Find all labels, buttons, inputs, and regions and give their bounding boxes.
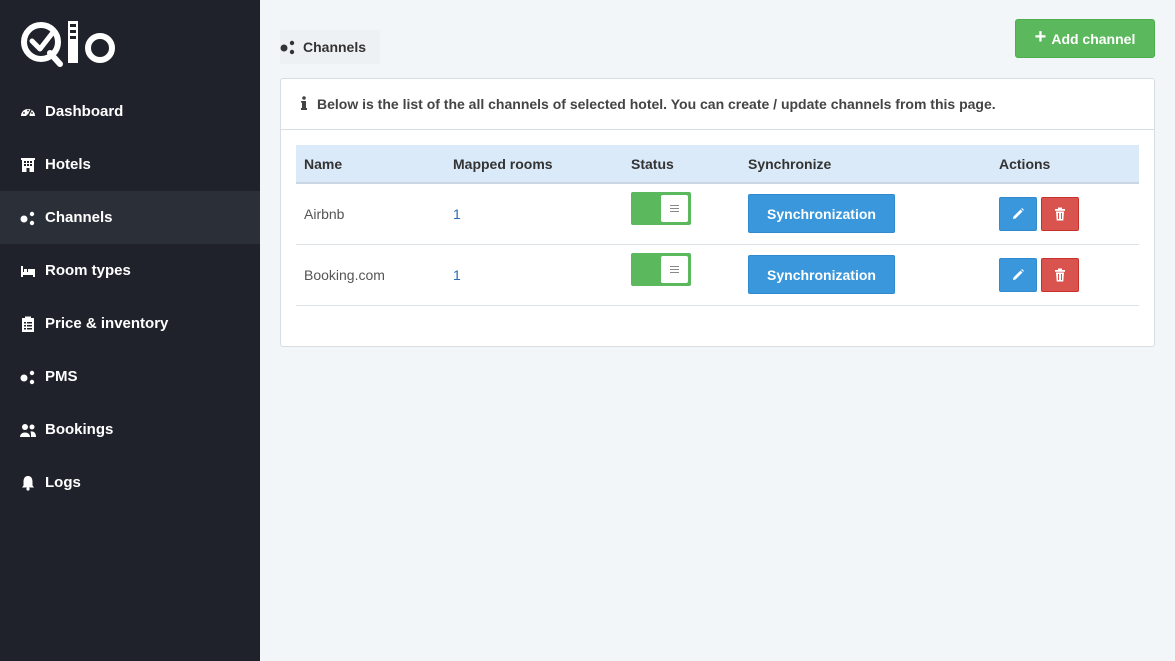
column-header-actions: Actions: [991, 145, 1139, 184]
pencil-icon: [1013, 207, 1024, 219]
status-toggle[interactable]: [631, 191, 691, 225]
info-icon: [301, 95, 307, 110]
sidebar-item-label: Logs: [45, 474, 81, 491]
info-message: Below is the list of the all channels of…: [281, 79, 1154, 130]
trash-icon: [1055, 207, 1065, 221]
status-cell: [623, 244, 740, 306]
edit-button[interactable]: [999, 257, 1037, 292]
sidebar-item-label: Dashboard: [45, 103, 124, 120]
delete-button[interactable]: [1041, 257, 1079, 292]
add-channel-button[interactable]: + Add channel: [1015, 19, 1155, 58]
sidebar-item-price-inventory[interactable]: Price & inventory: [0, 297, 260, 350]
sidebar-item-label: Room types: [45, 262, 131, 279]
toggle-knob: [661, 194, 688, 222]
channels-panel: Below is the list of the all channels of…: [280, 78, 1155, 347]
page-title-text: Channels: [303, 39, 367, 55]
sidebar-item-label: Hotels: [45, 156, 91, 173]
pencil-icon: [1013, 268, 1024, 280]
channel-name: Booking.com: [296, 244, 445, 306]
synchronize-cell: Synchronization: [740, 183, 991, 245]
hotel-icon: [20, 157, 36, 173]
column-header-synchronize: Synchronize: [740, 145, 991, 184]
channel-name: Airbnb: [296, 183, 445, 245]
qio-logo[interactable]: [20, 19, 116, 67]
page-title: Channels: [280, 30, 381, 64]
mapped-rooms-count[interactable]: 1: [445, 244, 623, 306]
sidebar-item-label: Price & inventory: [45, 315, 169, 332]
column-header-name: Name: [296, 145, 445, 184]
sidebar-item-hotels[interactable]: Hotels: [0, 138, 260, 191]
sidebar-item-logs[interactable]: Logs: [0, 456, 260, 509]
bell-icon: [20, 475, 36, 491]
sidebar-item-channels[interactable]: Channels: [0, 191, 260, 244]
pms-icon: [20, 369, 36, 385]
channels-icon: [20, 210, 36, 226]
toggle-knob: [661, 255, 688, 283]
synchronization-button[interactable]: Synchronization: [748, 255, 895, 294]
sidebar-nav: Dashboard Hotels Channels Room types Pri…: [0, 85, 260, 509]
clipboard-icon: [20, 316, 36, 332]
users-icon: [20, 422, 36, 438]
table-header-row: Name Mapped rooms Status Synchronize Act…: [296, 145, 1139, 184]
table-row: Booking.com 1 Synchronization: [296, 244, 1139, 306]
sidebar-item-pms[interactable]: PMS: [0, 350, 260, 403]
dashboard-icon: [20, 104, 36, 120]
sidebar-item-bookings[interactable]: Bookings: [0, 403, 260, 456]
sidebar-item-label: Channels: [45, 209, 113, 226]
sidebar-item-label: Bookings: [45, 421, 114, 438]
status-toggle[interactable]: [631, 252, 691, 286]
info-text: Below is the list of the all channels of…: [317, 96, 996, 112]
sidebar-item-room-types[interactable]: Room types: [0, 244, 260, 297]
table-row: Airbnb 1 Synchronization: [296, 183, 1139, 245]
mapped-rooms-count[interactable]: 1: [445, 183, 623, 245]
delete-button[interactable]: [1041, 196, 1079, 231]
actions-cell: [991, 244, 1139, 306]
edit-button[interactable]: [999, 196, 1037, 231]
status-cell: [623, 183, 740, 245]
trash-icon: [1055, 268, 1065, 281]
sidebar-item-label: PMS: [45, 368, 78, 385]
sidebar-item-dashboard[interactable]: Dashboard: [0, 85, 260, 138]
sidebar: Dashboard Hotels Channels Room types Pri…: [0, 0, 260, 661]
actions-cell: [991, 183, 1139, 245]
bed-icon: [20, 263, 36, 279]
add-channel-label: Add channel: [1051, 30, 1136, 47]
column-header-status: Status: [623, 145, 740, 184]
synchronization-button[interactable]: Synchronization: [748, 194, 895, 234]
column-header-mapped-rooms: Mapped rooms: [445, 145, 623, 184]
plus-icon: +: [1034, 25, 1047, 48]
synchronize-cell: Synchronization: [740, 244, 991, 306]
channels-icon: [280, 39, 296, 55]
channels-table: Name Mapped rooms Status Synchronize Act…: [296, 145, 1139, 306]
